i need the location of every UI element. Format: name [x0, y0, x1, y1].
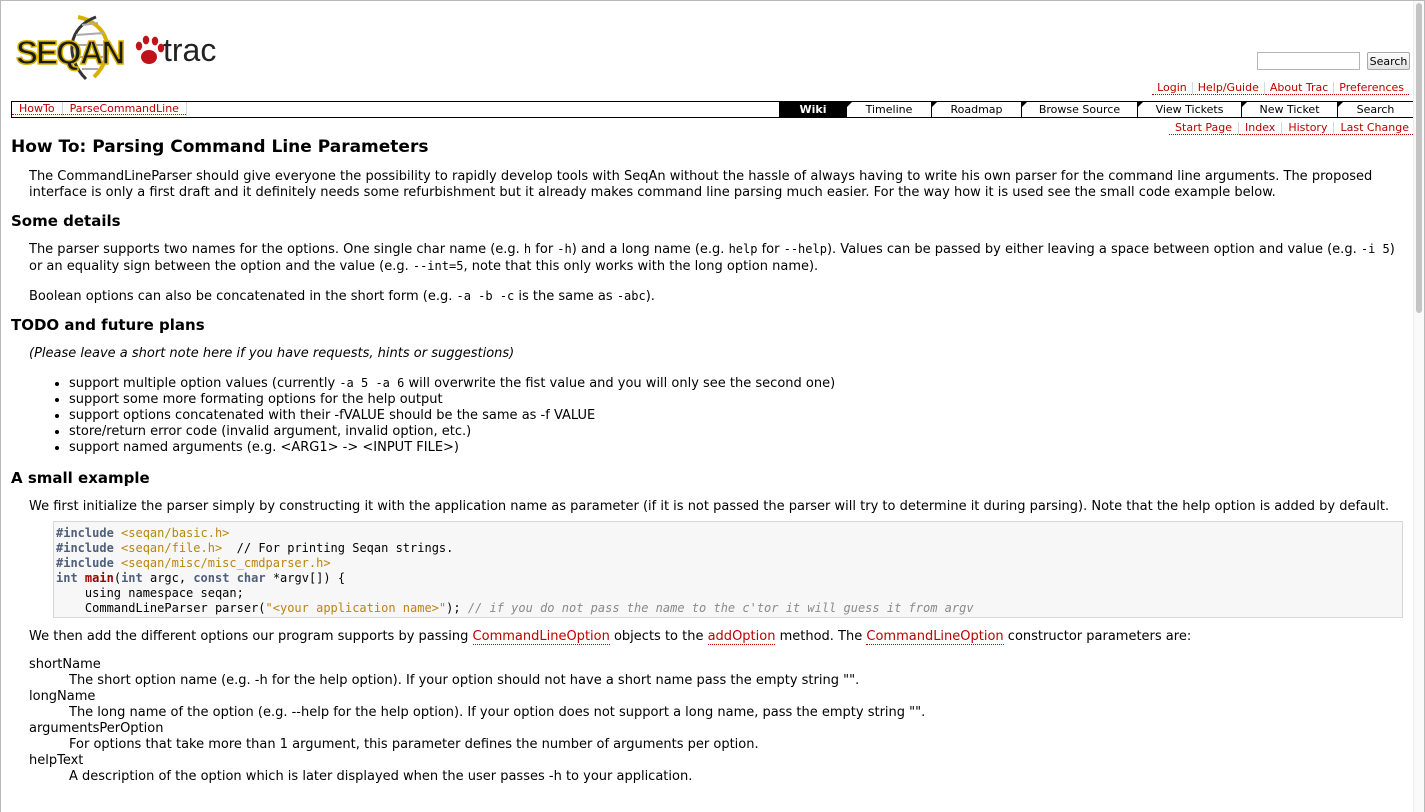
seqan-wordmark: SEQAN: [16, 34, 124, 71]
scrollbar-thumb[interactable]: [1416, 3, 1422, 313]
example-intro: We first initialize the parser simply by…: [29, 499, 1390, 514]
param-desc: The long name of the option (e.g. --help…: [69, 705, 926, 720]
details-paragraph-1: The parser supports two names for the op…: [29, 242, 1395, 274]
heading-small-example: A small example: [11, 469, 150, 487]
wiki-content: How To: Parsing Command Line Parameters …: [11, 136, 1406, 785]
search-input[interactable]: [1257, 52, 1360, 70]
details-paragraph-2: Boolean options can also be concatenated…: [29, 289, 655, 304]
start-page-link[interactable]: Start Page: [1169, 121, 1239, 135]
list-item: support some more formating options for …: [69, 392, 1406, 408]
tab-timeline[interactable]: Timeline: [846, 102, 931, 117]
search-button[interactable]: Search: [1367, 52, 1410, 70]
heading-some-details: Some details: [11, 212, 121, 230]
about-trac-link[interactable]: About Trac: [1264, 81, 1334, 95]
list-item: support named arguments (e.g. <ARG1> -> …: [69, 440, 1406, 456]
intro-paragraph: The CommandLineParser should give everyo…: [29, 169, 1373, 200]
preferences-link[interactable]: Preferences: [1334, 81, 1409, 95]
login-link[interactable]: Login: [1152, 81, 1192, 95]
param-desc: A description of the option which is lat…: [69, 769, 693, 784]
tab-wiki[interactable]: Wiki: [779, 102, 846, 117]
breadcrumb-parsecommandline[interactable]: ParseCommandLine: [62, 103, 186, 115]
breadcrumb: HowTo ParseCommandLine: [12, 102, 187, 117]
heading-todo: TODO and future plans: [11, 316, 205, 334]
index-link[interactable]: Index: [1239, 121, 1282, 135]
tab-new-ticket[interactable]: New Ticket: [1241, 102, 1337, 117]
param-term: argumentsPerOption: [29, 721, 164, 736]
parameter-list: shortName The short option name (e.g. -h…: [29, 657, 1406, 785]
link-commandlineoption[interactable]: CommandLineOption: [472, 629, 610, 645]
tab-roadmap[interactable]: Roadmap: [931, 102, 1021, 117]
todo-note: (Please leave a short note here if you h…: [29, 346, 515, 361]
code-block: #include <seqan/basic.h> #include <seqan…: [53, 521, 1403, 618]
seqan-trac-logo[interactable]: SEQAN trac: [16, 13, 228, 83]
last-change-link[interactable]: Last Change: [1334, 121, 1415, 135]
paw-icon: [135, 35, 165, 64]
tab-search[interactable]: Search: [1337, 102, 1413, 117]
metanav: Login Help/Guide About Trac Preferences: [1152, 81, 1409, 95]
options-intro: We then add the different options our pr…: [29, 629, 1192, 645]
help-guide-link[interactable]: Help/Guide: [1192, 81, 1264, 95]
list-item: store/return error code (invalid argumen…: [69, 424, 1406, 440]
page-title: How To: Parsing Command Line Parameters: [11, 137, 429, 157]
tab-view-tickets[interactable]: View Tickets: [1137, 102, 1241, 117]
param-term: helpText: [29, 753, 84, 768]
param-term: longName: [29, 689, 96, 704]
param-desc: For options that take more than 1 argume…: [69, 737, 759, 752]
tab-browse-source[interactable]: Browse Source: [1021, 102, 1137, 117]
list-item: support options concatenated with their …: [69, 408, 1406, 424]
breadcrumb-howto[interactable]: HowTo: [12, 103, 62, 115]
context-navigation: Start Page Index History Last Change: [1169, 121, 1415, 135]
link-addoption[interactable]: addOption: [707, 629, 776, 645]
link-commandlineoption-2[interactable]: CommandLineOption: [866, 629, 1004, 645]
param-desc: The short option name (e.g. -h for the h…: [69, 673, 860, 688]
history-link[interactable]: History: [1282, 121, 1334, 135]
list-item: support multiple option values (currentl…: [69, 375, 1406, 392]
mainnav: Wiki Timeline Roadmap Browse Source View…: [779, 102, 1413, 117]
param-term: shortName: [29, 657, 101, 672]
trac-wordmark: trac: [163, 32, 216, 68]
vertical-scrollbar[interactable]: [1413, 1, 1424, 812]
todo-list: support multiple option values (currentl…: [69, 375, 1406, 456]
main-navigation-bar: HowTo ParseCommandLine Wiki Timeline Roa…: [11, 101, 1414, 118]
